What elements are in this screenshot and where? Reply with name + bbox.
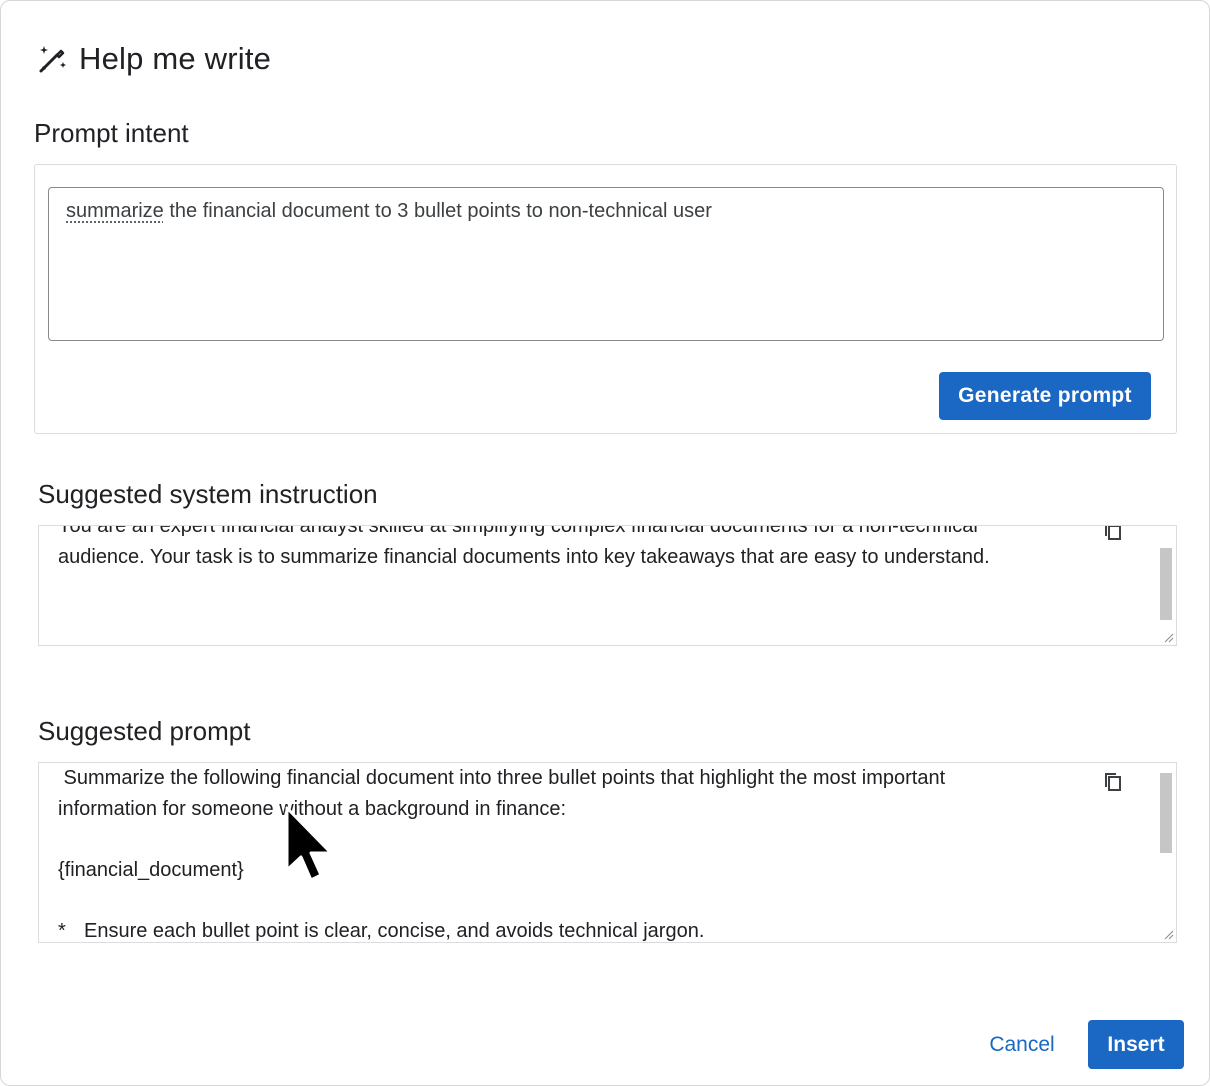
insert-button[interactable]: Insert	[1088, 1020, 1184, 1069]
copy-icon[interactable]	[1102, 771, 1124, 793]
bullet-marker: *	[58, 919, 66, 942]
prompt-line: Summarize the following financial docume…	[58, 767, 946, 789]
suggested-prompt-content: Summarize the following financial docume…	[58, 763, 1096, 943]
system-instruction-content: You are an expert financial analyst skil…	[58, 525, 1096, 572]
suggested-prompt-textarea[interactable]: Summarize the following financial docume…	[38, 762, 1177, 943]
scrollbar-thumb[interactable]	[1160, 773, 1172, 853]
dialog-title: Help me write	[79, 41, 272, 76]
dialog-header: Help me write	[35, 41, 271, 77]
prompt-intent-text: the financial document to 3 bullet point…	[163, 200, 712, 222]
prompt-intent-label: Prompt intent	[34, 118, 189, 148]
scrollbar-thumb[interactable]	[1160, 548, 1172, 620]
resize-handle-icon[interactable]	[1162, 928, 1174, 940]
prompt-intent-input[interactable]: summarize the financial document to 3 bu…	[48, 187, 1164, 341]
prompt-line: {financial_document}	[58, 858, 244, 881]
help-me-write-dialog: Help me write Prompt intent summarize th…	[0, 0, 1210, 1086]
system-instruction-line: You are an expert financial analyst skil…	[58, 525, 978, 537]
misspelled-word[interactable]: summarize	[66, 200, 164, 222]
prompt-line: information for someone without a backgr…	[58, 797, 567, 820]
prompt-intent-panel: summarize the financial document to 3 bu…	[34, 164, 1177, 434]
copy-icon[interactable]	[1102, 525, 1124, 542]
suggested-system-instruction-label: Suggested system instruction	[38, 479, 378, 509]
magic-wand-pencil-icon	[39, 46, 66, 73]
resize-handle-icon[interactable]	[1162, 631, 1174, 643]
bullet-text: Ensure each bullet point is clear, conci…	[84, 919, 705, 942]
mouse-pointer-icon	[285, 806, 333, 882]
bullet-item: * Ensure each bullet point is clear, con…	[58, 916, 1096, 943]
generate-prompt-button[interactable]: Generate prompt	[939, 372, 1151, 420]
suggested-prompt-label: Suggested prompt	[38, 716, 251, 746]
system-instruction-line: audience. Your task is to summarize fina…	[58, 545, 990, 568]
cancel-button[interactable]: Cancel	[976, 1023, 1068, 1067]
system-instruction-textarea[interactable]: You are an expert financial analyst skil…	[38, 525, 1177, 646]
